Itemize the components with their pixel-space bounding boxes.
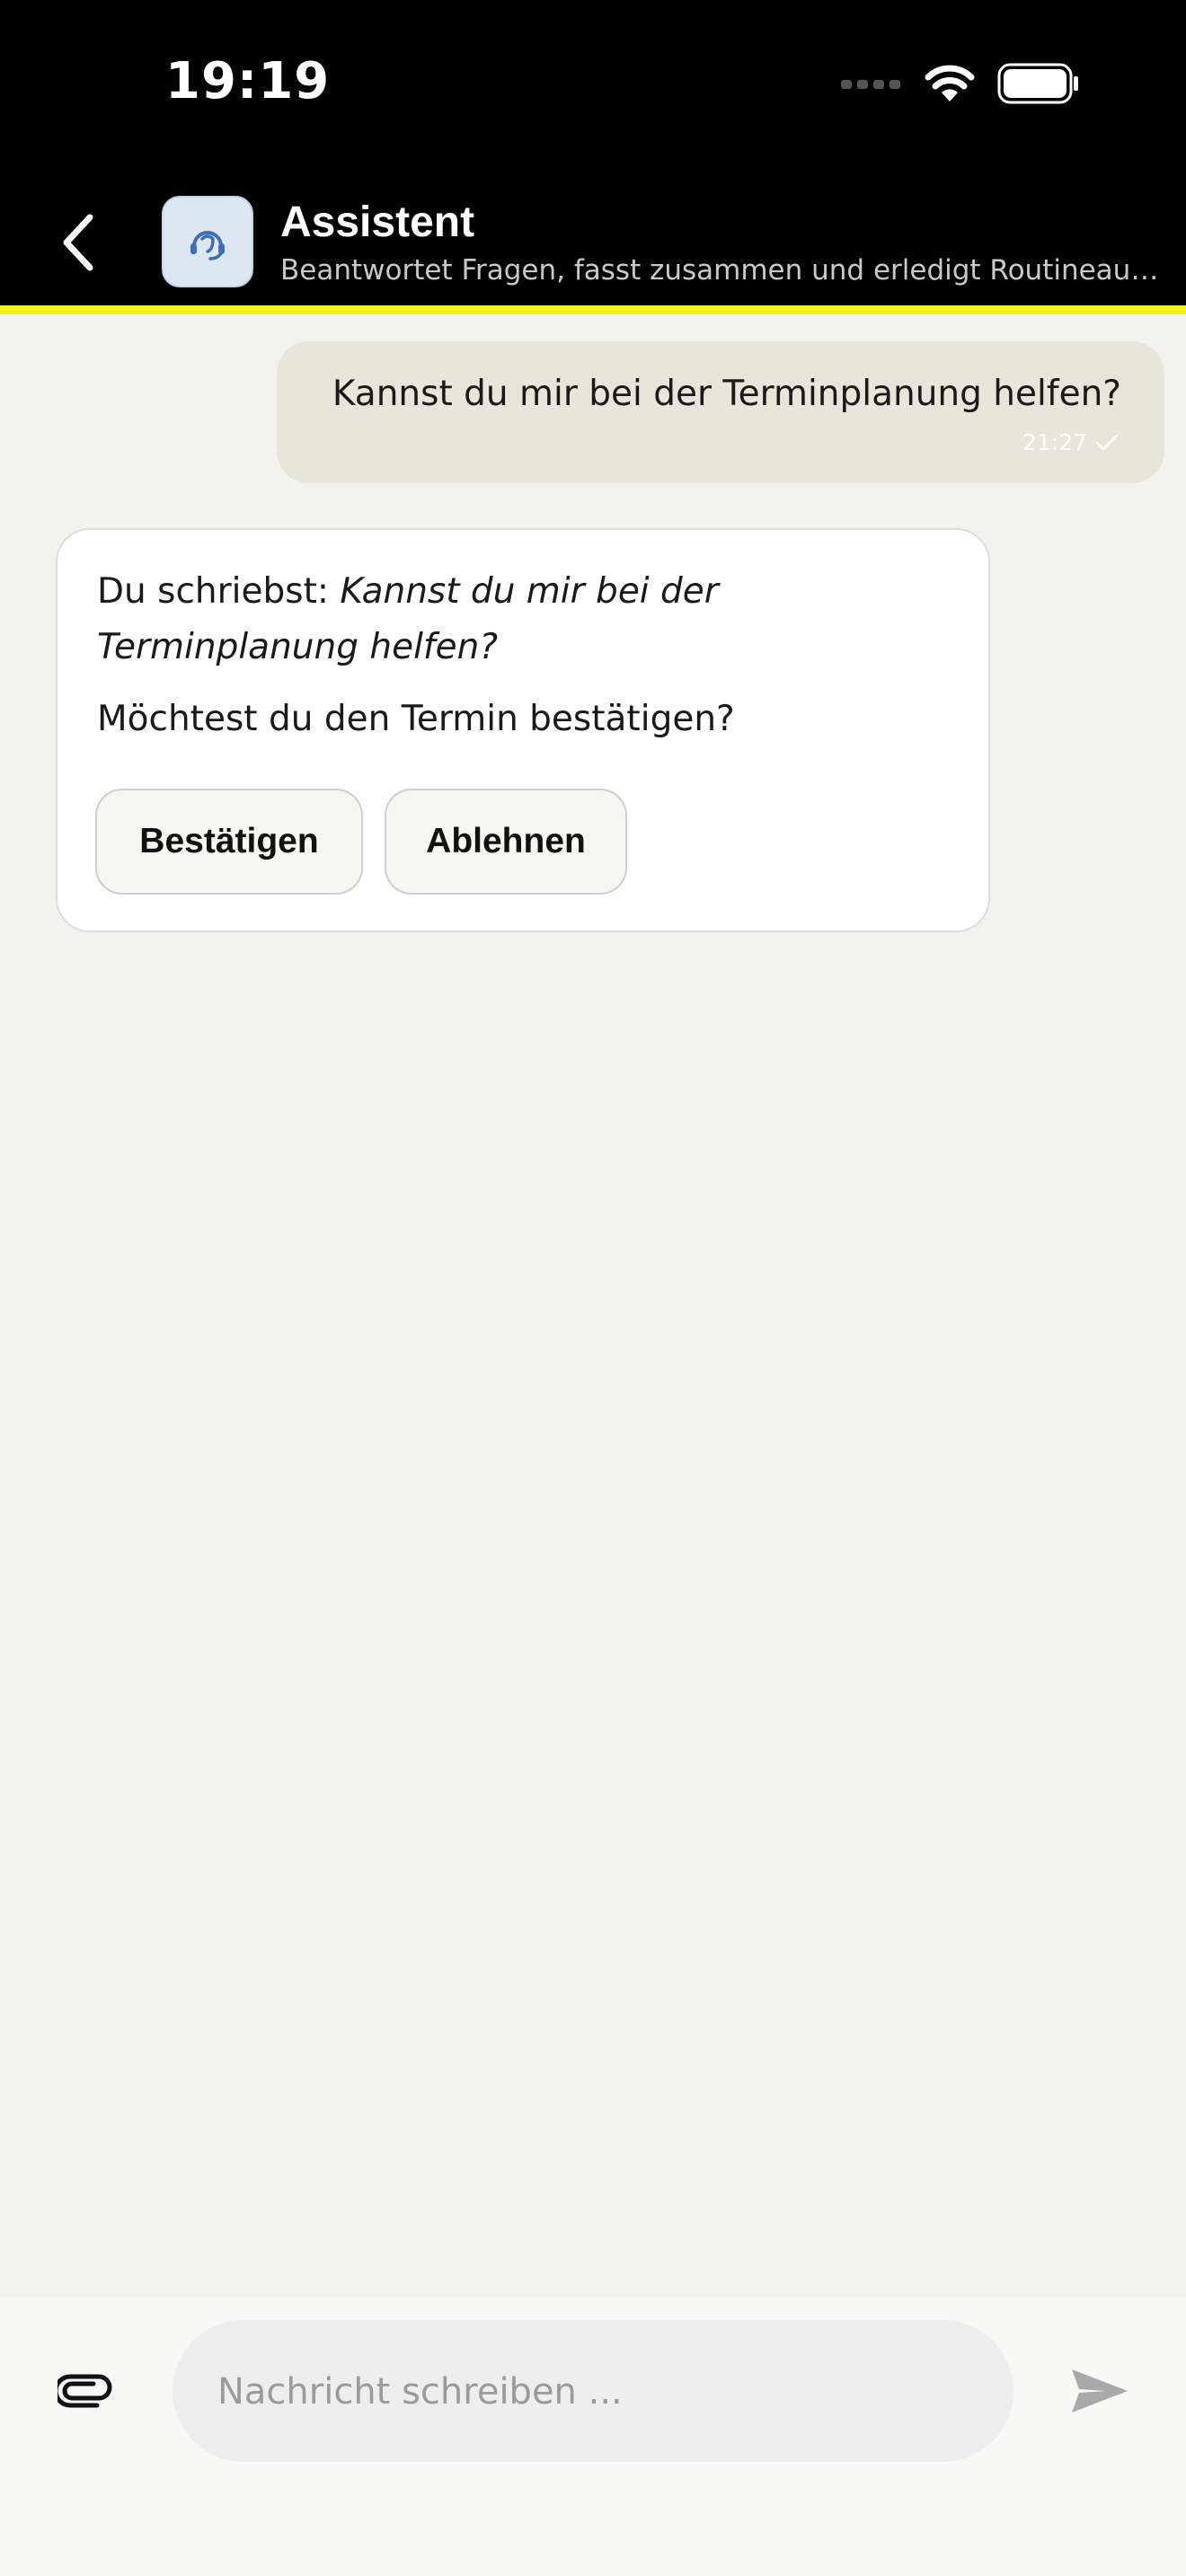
cellular-signal-icon [841, 77, 902, 94]
message-input-container [173, 2320, 1013, 2464]
status-bar: 19:19 [0, 0, 1186, 180]
attach-button[interactable] [52, 2362, 120, 2420]
user-message-bubble: Kannst du mir bei der Terminplanung helf… [277, 341, 1164, 483]
back-button[interactable] [49, 208, 106, 277]
decline-button[interactable]: Ablehnen [385, 789, 627, 895]
chevron-left-icon [63, 214, 93, 271]
paperclip-icon [58, 2374, 112, 2408]
status-icons [841, 63, 1080, 108]
assistant-avatar [162, 196, 253, 287]
battery-icon [997, 63, 1080, 108]
confirm-button[interactable]: Bestätigen [95, 789, 363, 895]
send-button[interactable] [1066, 2360, 1134, 2422]
status-time: 19:19 [165, 52, 331, 110]
user-message-text: Kannst du mir bei der Terminplanung helf… [332, 374, 1121, 414]
bot-quote-text: Du schriebst: Kannst du mir bei der Term… [97, 564, 906, 675]
chat-subtitle: Beantwortet Fragen, fasst zusammen und e… [280, 254, 1165, 287]
chat-title: Assistent [280, 198, 475, 246]
checkmark-icon [1095, 434, 1119, 450]
send-icon [1072, 2369, 1128, 2413]
bot-quote-prefix: Du schriebst: [97, 571, 341, 612]
user-message-meta: 21:27 [1022, 429, 1120, 455]
header-accent-line [0, 305, 1186, 314]
bot-message-card: Du schriebst: Kannst du mir bei der Term… [56, 528, 990, 932]
wifi-icon [924, 64, 976, 107]
bot-question-text: Möchtest du den Termin bestätigen? [97, 699, 735, 739]
assistant-headset-icon [190, 231, 225, 260]
message-time: 21:27 [1022, 429, 1087, 455]
message-input[interactable] [216, 2320, 974, 2464]
